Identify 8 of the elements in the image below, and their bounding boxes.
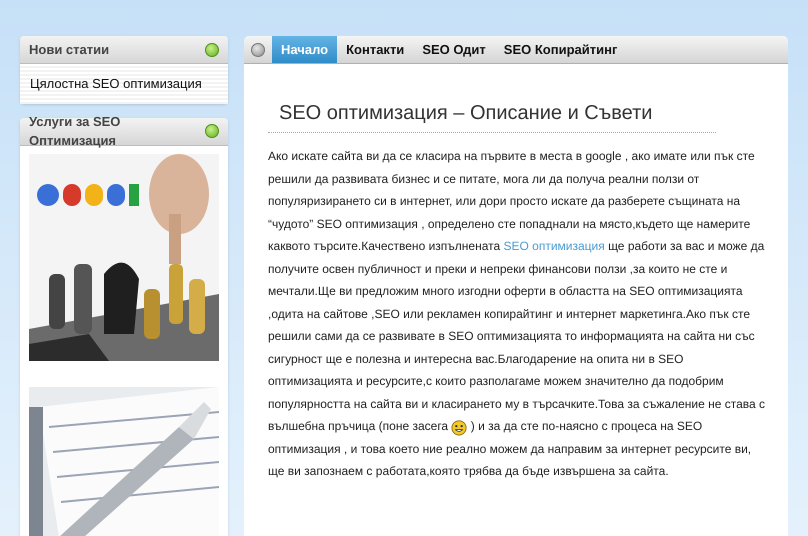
nav-tab[interactable]: SEO Одит (413, 36, 495, 63)
nav-tab[interactable]: SEO Копирайтинг (494, 36, 626, 63)
panel-title: Услуги за SEO Оптимизация (29, 112, 122, 150)
smiley-icon (451, 418, 468, 436)
article-paragraph: Ако искате сайта ви да се класира на първите в места в google , ако имате или пък сте решили да развивата бизнес и се питате, мога ли да получа реални ползи от популяризирането си в интернет, или дори просто искате да разберете същината на “чудото” SEO оптимизация , определено сте попаднали на място,където ще намерите каквото търсите.Качествено изпълнената SEO оптимизация ще работи за вас и може да получите освен публичност и преки и непреки финансови ползи ,за които не сте и мечтали.Ще ви предложим много изгодни оферти в областта на SEO оптимизацията ,одита на сайтове ,SEO или рекламен копирайтинг и интернет маркетинга.Ако пък сте решили сами да се развивате в SEO оптимизацията то информацията на сайта ни със сигурност ще е полезна и интересна вас.Благодарение на опита ни в SEO оптимизацията и ресурсите,с които разполагаме можем значително да подобрим популярността на сайта ви и класирането му в търсачките.Това за съжаление не става с вълшебна пръчица (поне засега ) и за да сте по-наясно с процеса на SEO оптимизация , и това което ние реално можем да направим за интернет ресурсите ви, ще ви запознаем с работата,която трябва да бъде извършена за сайта. (268, 148, 766, 480)
nav-tab[interactable]: Контакти (337, 36, 414, 63)
panel-title: Нови статии (29, 40, 110, 59)
article-title: SEO оптимизация – Описание и Съвети (268, 98, 716, 133)
